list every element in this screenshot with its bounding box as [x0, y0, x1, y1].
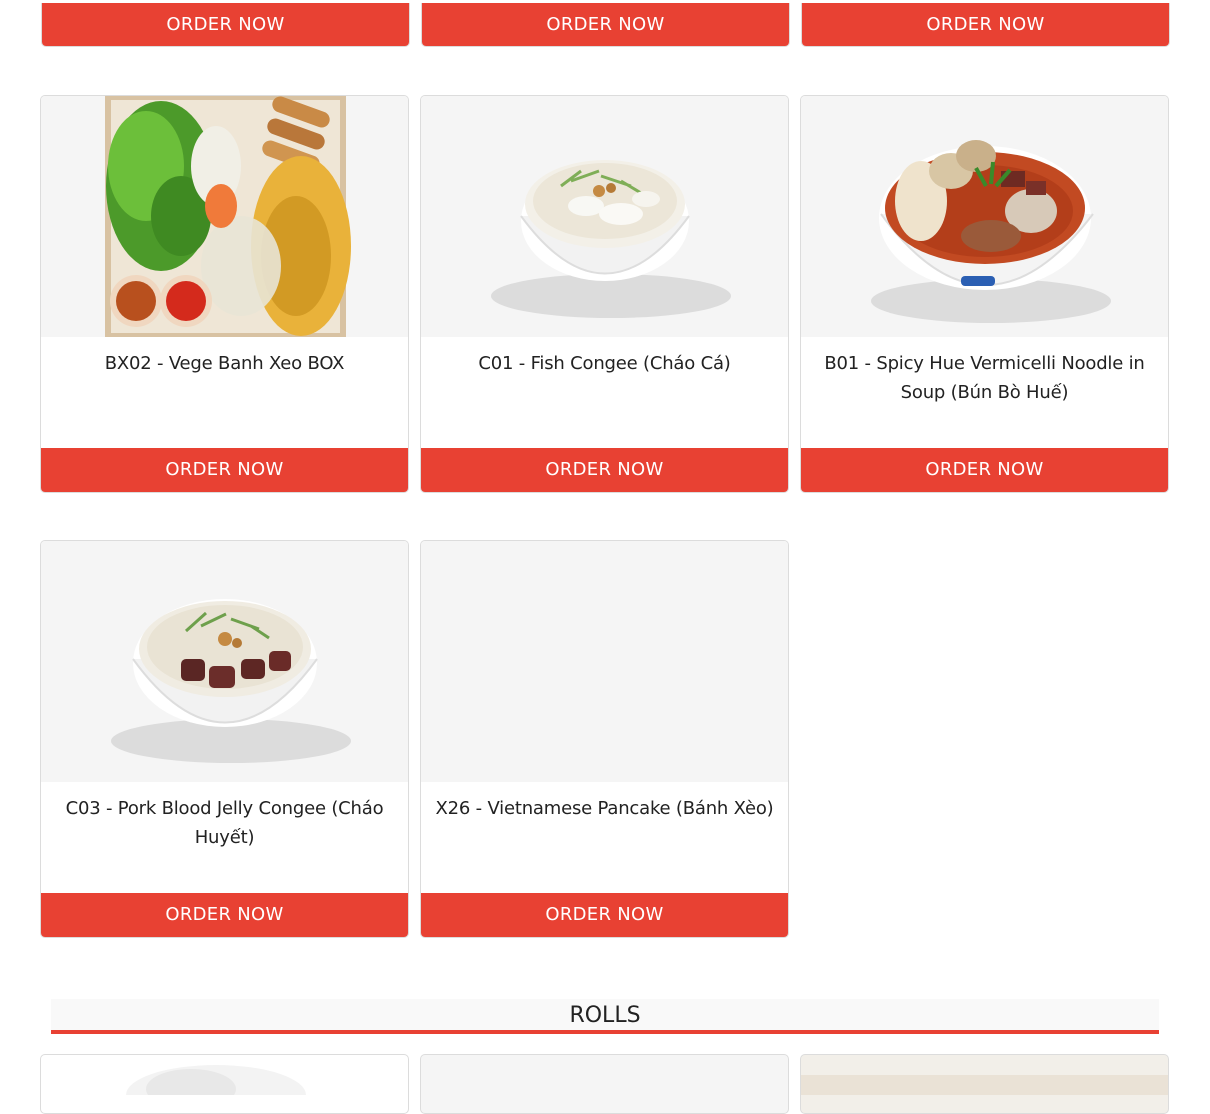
pork-blood-congee-image[interactable]: [41, 541, 408, 782]
order-now-button[interactable]: ORDER NOW: [42, 3, 409, 46]
section-title-rolls: ROLLS: [51, 999, 1159, 1034]
order-now-button[interactable]: ORDER NOW: [41, 893, 408, 937]
menu-item-name: B01 - Spicy Hue Vermicelli Noodle in Sou…: [824, 353, 1145, 403]
rolls-card[interactable]: [800, 1054, 1169, 1114]
rolls-card[interactable]: [420, 1054, 789, 1114]
order-now-button[interactable]: ORDER NOW: [421, 448, 788, 492]
order-now-button[interactable]: ORDER NOW: [41, 448, 408, 492]
bun-bo-hue-image[interactable]: [801, 96, 1168, 337]
menu-item-card[interactable]: BX02 - Vege Banh Xeo BOX ORDER NOW: [40, 95, 409, 493]
image-placeholder[interactable]: [421, 541, 788, 782]
previous-card-3-order-bar: ORDER NOW: [801, 3, 1170, 47]
order-now-button[interactable]: ORDER NOW: [422, 3, 789, 46]
banh-xeo-box-image[interactable]: [41, 96, 408, 337]
menu-item-name: BX02 - Vege Banh Xeo BOX: [104, 353, 345, 374]
menu-item-card[interactable]: B01 - Spicy Hue Vermicelli Noodle in Sou…: [800, 95, 1169, 493]
menu-item-card[interactable]: C03 - Pork Blood Jelly Congee (Cháo Huyế…: [40, 540, 409, 938]
menu-item-name: C03 - Pork Blood Jelly Congee (Cháo Huyế…: [65, 798, 384, 848]
menu-item-card[interactable]: C01 - Fish Congee (Cháo Cá) ORDER NOW: [420, 95, 789, 493]
order-now-button[interactable]: ORDER NOW: [421, 893, 788, 937]
order-now-button[interactable]: ORDER NOW: [802, 3, 1169, 46]
previous-card-2-order-bar: ORDER NOW: [421, 3, 790, 47]
fish-congee-image[interactable]: [421, 96, 788, 337]
order-now-button[interactable]: ORDER NOW: [801, 448, 1168, 492]
rolls-card[interactable]: [40, 1054, 409, 1114]
menu-item-name: X26 - Vietnamese Pancake (Bánh Xèo): [435, 798, 774, 819]
previous-card-1-order-bar: ORDER NOW: [41, 3, 410, 47]
menu-item-name: C01 - Fish Congee (Cháo Cá): [478, 353, 731, 374]
menu-item-card[interactable]: X26 - Vietnamese Pancake (Bánh Xèo) ORDE…: [420, 540, 789, 938]
